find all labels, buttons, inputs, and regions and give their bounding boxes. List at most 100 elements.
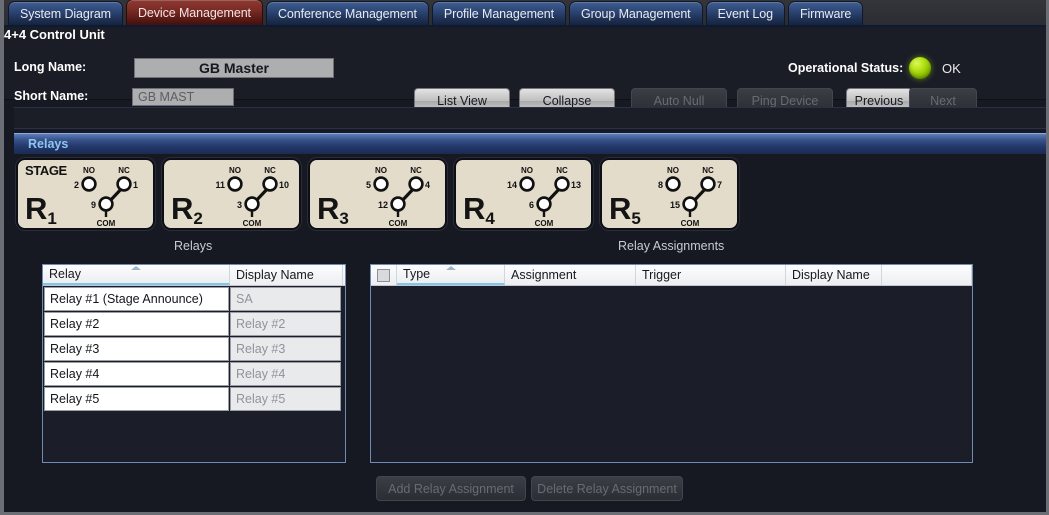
relay-nc-label: NC [702,166,714,175]
relay-no-label: NO [667,166,679,175]
relay-com-pin: 15 [670,200,680,210]
relay-schematic-icon: NO NC 14 13 6COM [507,166,581,228]
tab-conference-management[interactable]: Conference Management [265,1,429,25]
relay-com-pin: 3 [237,200,242,210]
relay-schematic-icon: NO NC 2 1 9COM [74,166,138,228]
relay-nc-pin: 10 [279,180,289,190]
assignments_grid-column-header-assignment[interactable]: Assignment [505,265,636,285]
short-name-label: Short Name: [14,89,89,103]
assignments_grid-column-header-display-name[interactable]: Display Name [786,265,882,285]
application-window: System Diagram Device Management Conferenc… [0,0,1049,515]
relay-com-label: COM [243,219,262,228]
assignments_grid-column-label: Assignment [511,268,577,282]
table-row[interactable]: Relay #3 Relay #3 [43,336,345,361]
tab-event-log[interactable]: Event Log [705,1,785,25]
relays_grid-column-header-display-name[interactable]: Display Name [230,265,343,285]
tab-device-management[interactable]: Device Management [125,0,263,25]
cell-relay[interactable]: Relay #5 [44,387,229,411]
table-row[interactable]: Relay #2 Relay #2 [43,311,345,336]
assignments_grid-column-header-select[interactable] [882,265,972,285]
relay-nc-label: NC [264,166,276,175]
relay-no-pin: 14 [507,180,517,190]
relays-grid-header: Relay Display Name [43,265,345,286]
relay-widget-1[interactable]: STAGE R1 NO NC 2 1 9 COM [16,158,155,230]
relay-nc-pin: 1 [133,180,138,190]
relay-stage-label: STAGE [25,163,67,178]
relay-name-label: R2 [171,191,203,228]
add-relay-assignment-button: Add Relay Assignment [376,476,526,501]
delete-relay-assignment-button: Delete Relay Assignment [531,476,683,501]
relay-assignments-grid-title: Relay Assignments [618,239,725,253]
relay-com-label: COM [97,219,116,228]
long-name-field[interactable]: GB Master [134,58,334,78]
relay-nc-label: NC [556,166,568,175]
relays-grid-body: Relay #1 (Stage Announce) SA Relay #2 Relay… [43,286,345,411]
tab-firmware[interactable]: Firmware [787,1,864,25]
relays_grid-column-label: Relay [49,267,81,281]
assignments_grid-column-label: Display Name [792,268,870,282]
device-header: Long Name: GB Master Short Name: GB MAST… [4,27,1046,113]
relays-grid: Relay Display Name Relay #1 (Stage Announ… [42,264,346,463]
relay-com-pin: 12 [378,200,388,210]
short-name-field[interactable]: GB MAST [132,88,234,106]
assignments_grid-column-header-type[interactable]: Type [397,265,505,285]
table-row[interactable]: Relay #4 Relay #4 [43,361,345,386]
assignments_grid-column-label: Trigger [642,268,682,282]
relay-nc-label: NC [118,166,130,175]
cell-relay[interactable]: Relay #2 [44,312,229,336]
relays-section-header[interactable]: Relays [14,133,1046,154]
relays-grid-title: Relays [174,239,213,253]
relay-com-label: COM [681,219,700,228]
relay-com-label: COM [389,219,408,228]
relay-no-pin: 2 [74,180,79,190]
cell-relay[interactable]: Relay #4 [44,362,229,386]
table-row[interactable]: Relay #1 (Stage Announce) SA [43,286,345,311]
relays_grid-column-header-relay[interactable]: Relay [43,265,230,285]
relay-schematic-icon: NO NC 5 4 12COM [366,166,430,228]
relay-widget-5[interactable]: R5 NO NC 8 7 15 COM [600,158,739,230]
relay-widget-row: STAGE R1 NO NC 2 1 9 COM R2 NO NC 11 10 3 COM R3 NO NC 5 4 1… [16,158,739,230]
assignments_grid-column-header-trigger[interactable]: Trigger [636,265,786,285]
cell-display_name[interactable]: Relay #4 [230,362,341,386]
relay-name-label: R5 [609,191,641,228]
tab-group-management[interactable]: Group Management [568,1,703,25]
relays_grid-column-label: Display Name [236,268,314,282]
relay-widget-4[interactable]: R4 NO NC 14 13 6 COM [454,158,593,230]
relay-nc-pin: 13 [571,180,581,190]
relay-no-pin: 5 [366,180,371,190]
relay-widget-2[interactable]: R2 NO NC 11 10 3 COM [162,158,301,230]
relay-no-label: NO [229,166,241,175]
table-row[interactable]: Relay #5 Relay #5 [43,386,345,411]
tab-system-diagram[interactable]: System Diagram [8,1,123,25]
assignments_grid-column-header-select[interactable] [371,265,397,285]
relay-nc-pin: 4 [425,180,430,190]
relay-name-label: R1 [25,191,57,228]
cell-display_name[interactable]: Relay #2 [230,312,341,336]
device-type-label: 4+4 Control Unit [4,27,105,42]
cell-display_name[interactable]: SA [230,287,341,311]
relay-name-label: R4 [463,191,495,228]
cell-relay[interactable]: Relay #3 [44,337,229,361]
relay-no-label: NO [521,166,533,175]
cell-display_name[interactable]: Relay #3 [230,337,341,361]
tab-profile-management[interactable]: Profile Management [431,1,566,25]
relay-schematic-icon: NO NC 8 7 15COM [658,166,722,228]
relay-nc-label: NC [410,166,422,175]
relay-nc-pin: 7 [717,180,722,190]
assignments_grid-select-all-checkbox[interactable] [377,268,390,282]
operational-status-value: OK [942,61,961,76]
relay-widget-3[interactable]: R3 NO NC 5 4 12 COM [308,158,447,230]
relay-no-label: NO [83,166,95,175]
relay-com-pin: 6 [529,200,534,210]
relays-section-title: Relays [28,137,69,151]
long-name-label: Long Name: [14,60,87,74]
operational-status-label: Operational Status: [788,61,904,75]
cell-display_name[interactable]: Relay #5 [230,387,341,411]
sort-ascending-icon [131,266,141,270]
panel-divider-strip [14,107,1046,129]
sort-ascending-icon [445,266,456,270]
relay-no-pin: 11 [215,180,225,190]
cell-relay[interactable]: Relay #1 (Stage Announce) [44,287,229,311]
relay-name-label: R3 [317,191,349,228]
relay-assignments-grid-header: Type Assignment Trigger Display Name [371,265,972,286]
